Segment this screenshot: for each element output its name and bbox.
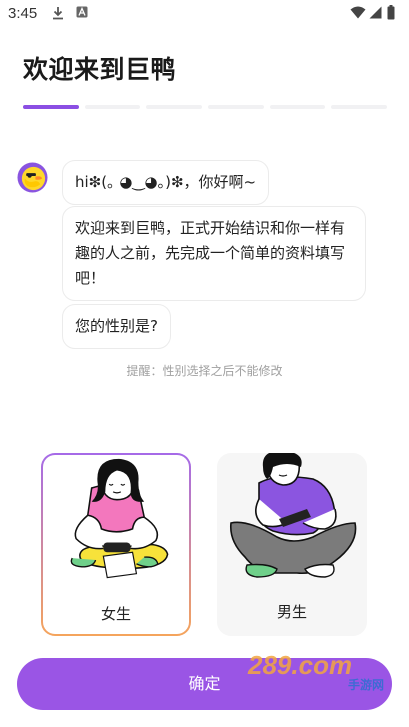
page-title: 欢迎来到巨鸭 bbox=[23, 55, 177, 84]
progress-step-3 bbox=[146, 105, 203, 109]
progress-step-6 bbox=[331, 105, 388, 109]
female-illustration bbox=[70, 458, 169, 579]
confirm-button[interactable]: 确定 bbox=[17, 658, 392, 710]
male-illustration bbox=[229, 453, 357, 578]
battery-icon bbox=[387, 5, 395, 20]
download-icon bbox=[53, 7, 63, 20]
notification-a-icon bbox=[76, 6, 88, 18]
wifi-icon bbox=[350, 6, 366, 19]
gender-option-female[interactable]: 女生 bbox=[41, 453, 191, 636]
progress-step-1 bbox=[23, 105, 79, 109]
chat-bubble-welcome: 欢迎来到巨鸭，正式开始结识和你一样有趣的人之前，先完成一个简单的资料填写吧！ bbox=[62, 206, 366, 301]
chat-bubble-greeting: hi❇(｡ ◕‿◕｡)❇，你好啊~ bbox=[62, 160, 270, 205]
gender-hint-text: 提醒：性别选择之后不能修改 bbox=[126, 364, 283, 378]
cellular-icon bbox=[369, 6, 382, 19]
status-bar: 3:45 bbox=[0, 0, 409, 28]
progress-step-4 bbox=[208, 105, 264, 109]
chat-bubble-gender-question: 您的性别是? bbox=[62, 304, 171, 349]
gender-option-female-label: 女生 bbox=[100, 605, 131, 623]
duck-avatar-icon bbox=[17, 162, 48, 193]
progress-step-2 bbox=[84, 105, 141, 109]
step-progress bbox=[23, 105, 388, 110]
gender-option-male[interactable]: 男生 bbox=[217, 453, 367, 636]
gender-option-male-label: 男生 bbox=[276, 603, 307, 621]
status-time: 3:45 bbox=[8, 5, 38, 22]
progress-step-5 bbox=[269, 105, 326, 109]
